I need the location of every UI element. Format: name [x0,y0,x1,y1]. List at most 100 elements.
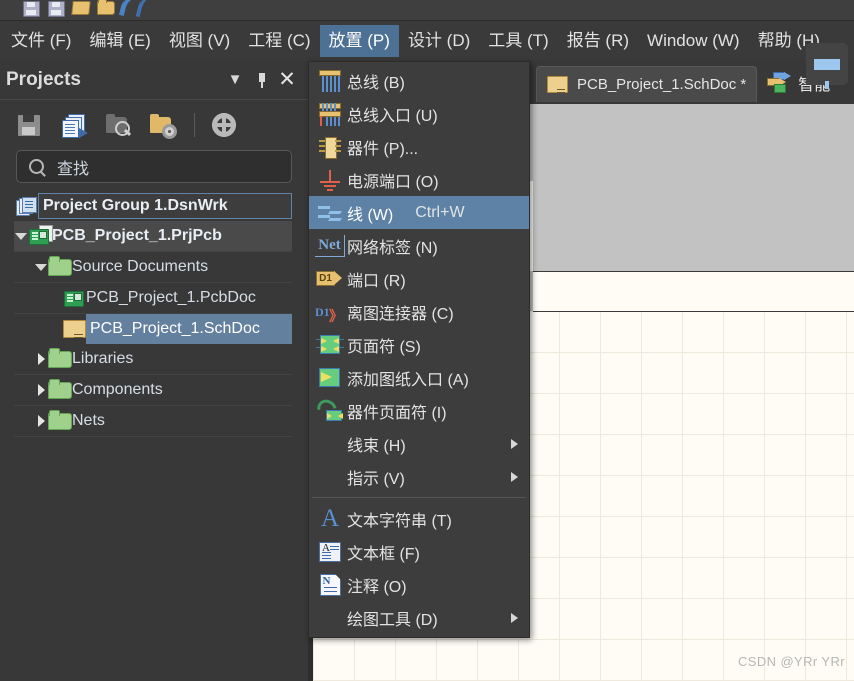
search-input-value: 查找 [57,160,90,178]
tree-item-label: Project Group 1.DsnWrk [43,197,228,214]
swoosh-logo-icon [2,1,16,19]
menu-item-note[interactable]: 注释 (O) [309,568,529,601]
menu-view[interactable]: 视图 (V) [160,25,239,57]
project-tree: Project Group 1.DsnWrk PCB_Project_1.Prj… [0,191,308,437]
twisty-down-icon[interactable] [14,232,28,240]
text-string-icon: A [320,504,340,532]
menu-item-component[interactable]: 器件 (P)... [309,130,529,163]
document-tab-label: PCB_Project_1.SchDoc * [577,76,747,93]
copy-documents-icon[interactable] [62,112,89,138]
save-icon[interactable] [18,112,45,138]
tree-row[interactable]: Project Group 1.DsnWrk [14,191,292,221]
menu-item-directives[interactable]: 指示 (V) [309,460,529,493]
menu-item-off-sheet-connector[interactable]: D1 》 离图连接器 (C) [309,295,529,328]
tree-item-label: PCB_Project_1.PcbDoc [86,289,256,306]
folder-icon [48,347,72,368]
pcb-project-icon [28,225,53,245]
main-toolbar [0,0,854,21]
menu-item-bus-entry[interactable]: 总线入口 (U) [309,97,529,130]
menu-edit[interactable]: 编辑 (E) [80,25,159,57]
projects-panel-header: Projects ▼ ✕ [0,61,308,100]
menu-item-bus[interactable]: 总线 (B) [309,64,529,97]
menu-item-net-label[interactable]: Net 网络标签 (N) [309,229,529,262]
menu-item-label: 端口 (R) [347,272,406,290]
tree-row[interactable]: PCB_Project_1.PrjPcb [14,221,292,252]
tree-item-selected-highlight[interactable]: PCB_Project_1.SchDoc [86,314,292,344]
menu-design[interactable]: 设计 (D) [399,25,479,57]
menu-item-label: 器件页面符 (I) [347,404,447,422]
smart-connect-icon [765,72,792,94]
no-icon [313,465,347,489]
twisty-right-icon[interactable] [34,353,48,365]
twisty-right-icon[interactable] [34,415,48,427]
menu-item-label: 线束 (H) [347,437,406,455]
menu-project[interactable]: 工程 (C) [239,25,319,57]
tree-row[interactable]: PCB_Project_1.PcbDoc [14,283,292,314]
pin-icon[interactable] [248,72,274,88]
search-input[interactable]: 查找 [16,150,292,183]
no-icon [313,432,347,456]
menu-item-label: 添加图纸入口 (A) [347,371,469,389]
tree-item-label: PCB_Project_1.PrjPcb [52,227,222,244]
settings-gear-icon[interactable] [212,112,239,138]
close-icon[interactable]: ✕ [274,69,300,90]
device-sheet-symbol-icon [313,395,347,423]
canvas-left-gutter-lower [308,631,313,681]
menu-separator [312,497,526,498]
port-icon: D1 [313,267,347,291]
menu-item-power-port[interactable]: 电源端口 (O) [309,163,529,196]
panel-title: Projects [6,69,81,90]
menu-reports[interactable]: 报告 (R) [558,25,638,57]
document-blank-area [533,104,854,181]
menu-item-label: 线 (W) [347,206,394,224]
chevron-down-icon[interactable]: ▼ [222,70,248,90]
menu-item-shortcut: Ctrl+W [415,203,465,221]
folder-search-icon[interactable] [106,112,133,138]
menu-item-text-string[interactable]: A 文本字符串 (T) [309,502,529,535]
menu-item-port[interactable]: D1 端口 (R) [309,262,529,295]
bus-icon [313,69,347,93]
menu-place[interactable]: 放置 (P) [319,25,399,57]
save-icon[interactable] [21,1,41,19]
open-folder-icon[interactable] [71,1,91,19]
tree-item-label: PCB_Project_1.SchDoc [90,320,260,337]
tree-item-label: Nets [72,412,105,429]
tree-row[interactable]: Components [14,375,292,406]
menu-file[interactable]: 文件 (F) [2,25,80,57]
menu-item-text-frame[interactable]: 文本框 (F) [309,535,529,568]
menu-item-harness[interactable]: 线束 (H) [309,427,529,460]
menu-item-add-sheet-entry[interactable]: 添加图纸入口 (A) [309,361,529,394]
menu-item-label: 离图连接器 (C) [347,305,454,323]
folder-settings-icon[interactable] [150,112,177,139]
filter-floating-button[interactable] [806,43,848,89]
submenu-arrow-icon [511,471,518,482]
menu-item-sheet-symbol[interactable]: 页面符 (S) [309,328,529,361]
menu-bar: 文件 (F) 编辑 (E) 视图 (V) 工程 (C) 放置 (P) 设计 (D… [0,21,854,61]
net-label-icon: Net [313,234,347,258]
tree-item-label: Libraries [72,350,134,367]
tree-row[interactable]: Source Documents [14,252,292,283]
menu-window[interactable]: Window (W) [638,25,749,57]
menu-tools[interactable]: 工具 (T) [479,25,557,57]
twisty-down-icon[interactable] [34,263,48,271]
sheet-entry-icon [313,366,347,390]
watermark: CSDN @YRr YRr [738,654,845,669]
save-all-icon[interactable] [46,1,66,19]
tree-row[interactable]: Nets [14,406,292,437]
tree-row[interactable]: Libraries [14,344,292,375]
component-icon [313,135,347,159]
open-folder-2-icon[interactable] [96,0,116,19]
menu-item-label: 总线 (B) [347,74,405,92]
document-tab-schdoc[interactable]: PCB_Project_1.SchDoc * [536,66,758,102]
toolbar-separator [194,113,195,137]
twisty-right-icon[interactable] [34,384,48,396]
menu-item-drawing-tools[interactable]: 绘图工具 (D) [309,601,529,634]
tree-row[interactable]: PCB_Project_1.SchDoc [14,314,292,344]
tree-item-name-editor[interactable]: Project Group 1.DsnWrk [38,193,292,219]
menu-item-device-sheet-symbol[interactable]: 器件页面符 (I) [309,394,529,427]
menu-item-wire[interactable]: 线 (W) Ctrl+W [309,196,529,229]
projects-panel: Projects ▼ ✕ 查找 Project Group 1.DsnWrk P… [0,61,308,681]
menu-item-label: 电源端口 (O) [347,173,439,191]
sch-doc-icon [547,76,568,93]
wire-icon [313,201,347,225]
